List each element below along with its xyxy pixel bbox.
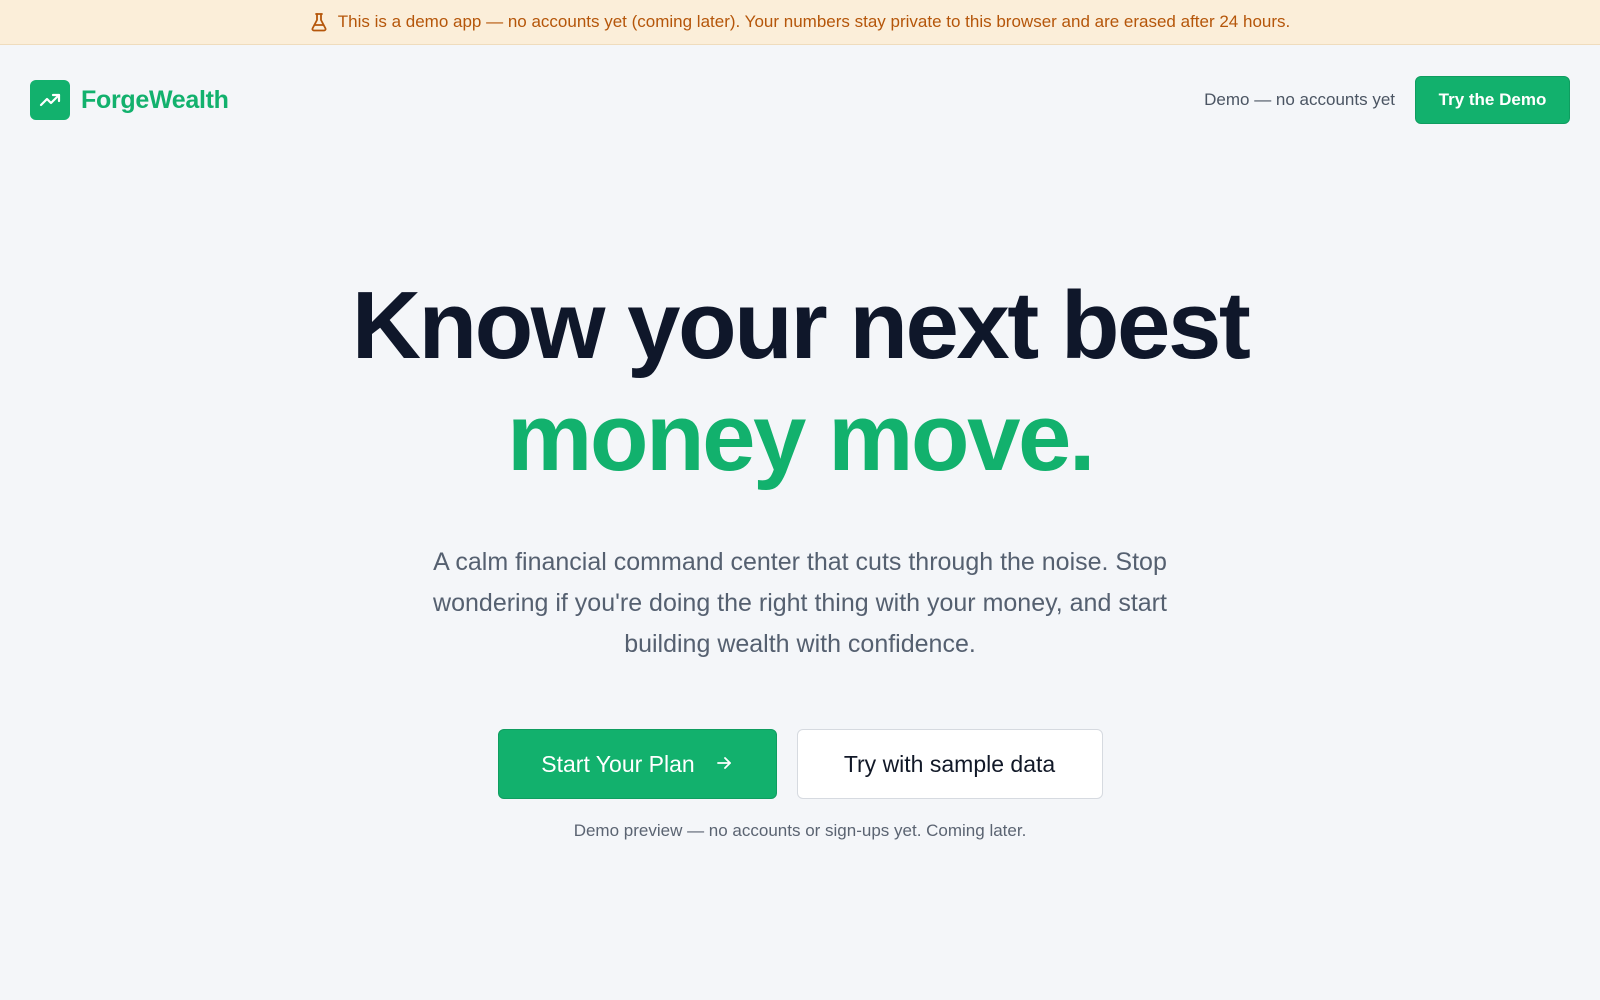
brand-name: ForgeWealth (81, 85, 229, 114)
start-plan-button[interactable]: Start Your Plan (497, 729, 777, 799)
header-demo-note: Demo — no accounts yet (1204, 90, 1395, 109)
arrow-right-icon (715, 751, 733, 778)
hero-section: Know your next best money move. A calm f… (0, 270, 1600, 841)
site-header: ForgeWealth Demo — no accounts yet Try t… (0, 45, 1600, 155)
hero-title: Know your next best money move. (0, 270, 1600, 494)
hero-footnote: Demo preview — no accounts or sign-ups y… (573, 821, 1027, 840)
hero-subtitle: A calm financial command center that cut… (433, 548, 1167, 658)
hero-title-line1: Know your next best (351, 272, 1251, 379)
header-actions: Demo — no accounts yet Try the Demo (1204, 76, 1570, 124)
start-plan-label: Start Your Plan (541, 750, 695, 777)
sample-data-button[interactable]: Try with sample data (796, 729, 1103, 799)
brand-logo-link[interactable]: ForgeWealth (30, 80, 229, 120)
demo-banner-text: This is a demo app — no accounts yet (co… (337, 12, 1291, 31)
try-demo-button[interactable]: Try the Demo (1415, 76, 1570, 124)
trending-up-icon (30, 80, 70, 120)
demo-banner: This is a demo app — no accounts yet (co… (0, 0, 1600, 45)
hero-title-accent: money move. (506, 384, 1096, 491)
hero-cta-row: Start Your Plan Try with sample data (0, 729, 1600, 799)
flask-icon (310, 12, 328, 32)
